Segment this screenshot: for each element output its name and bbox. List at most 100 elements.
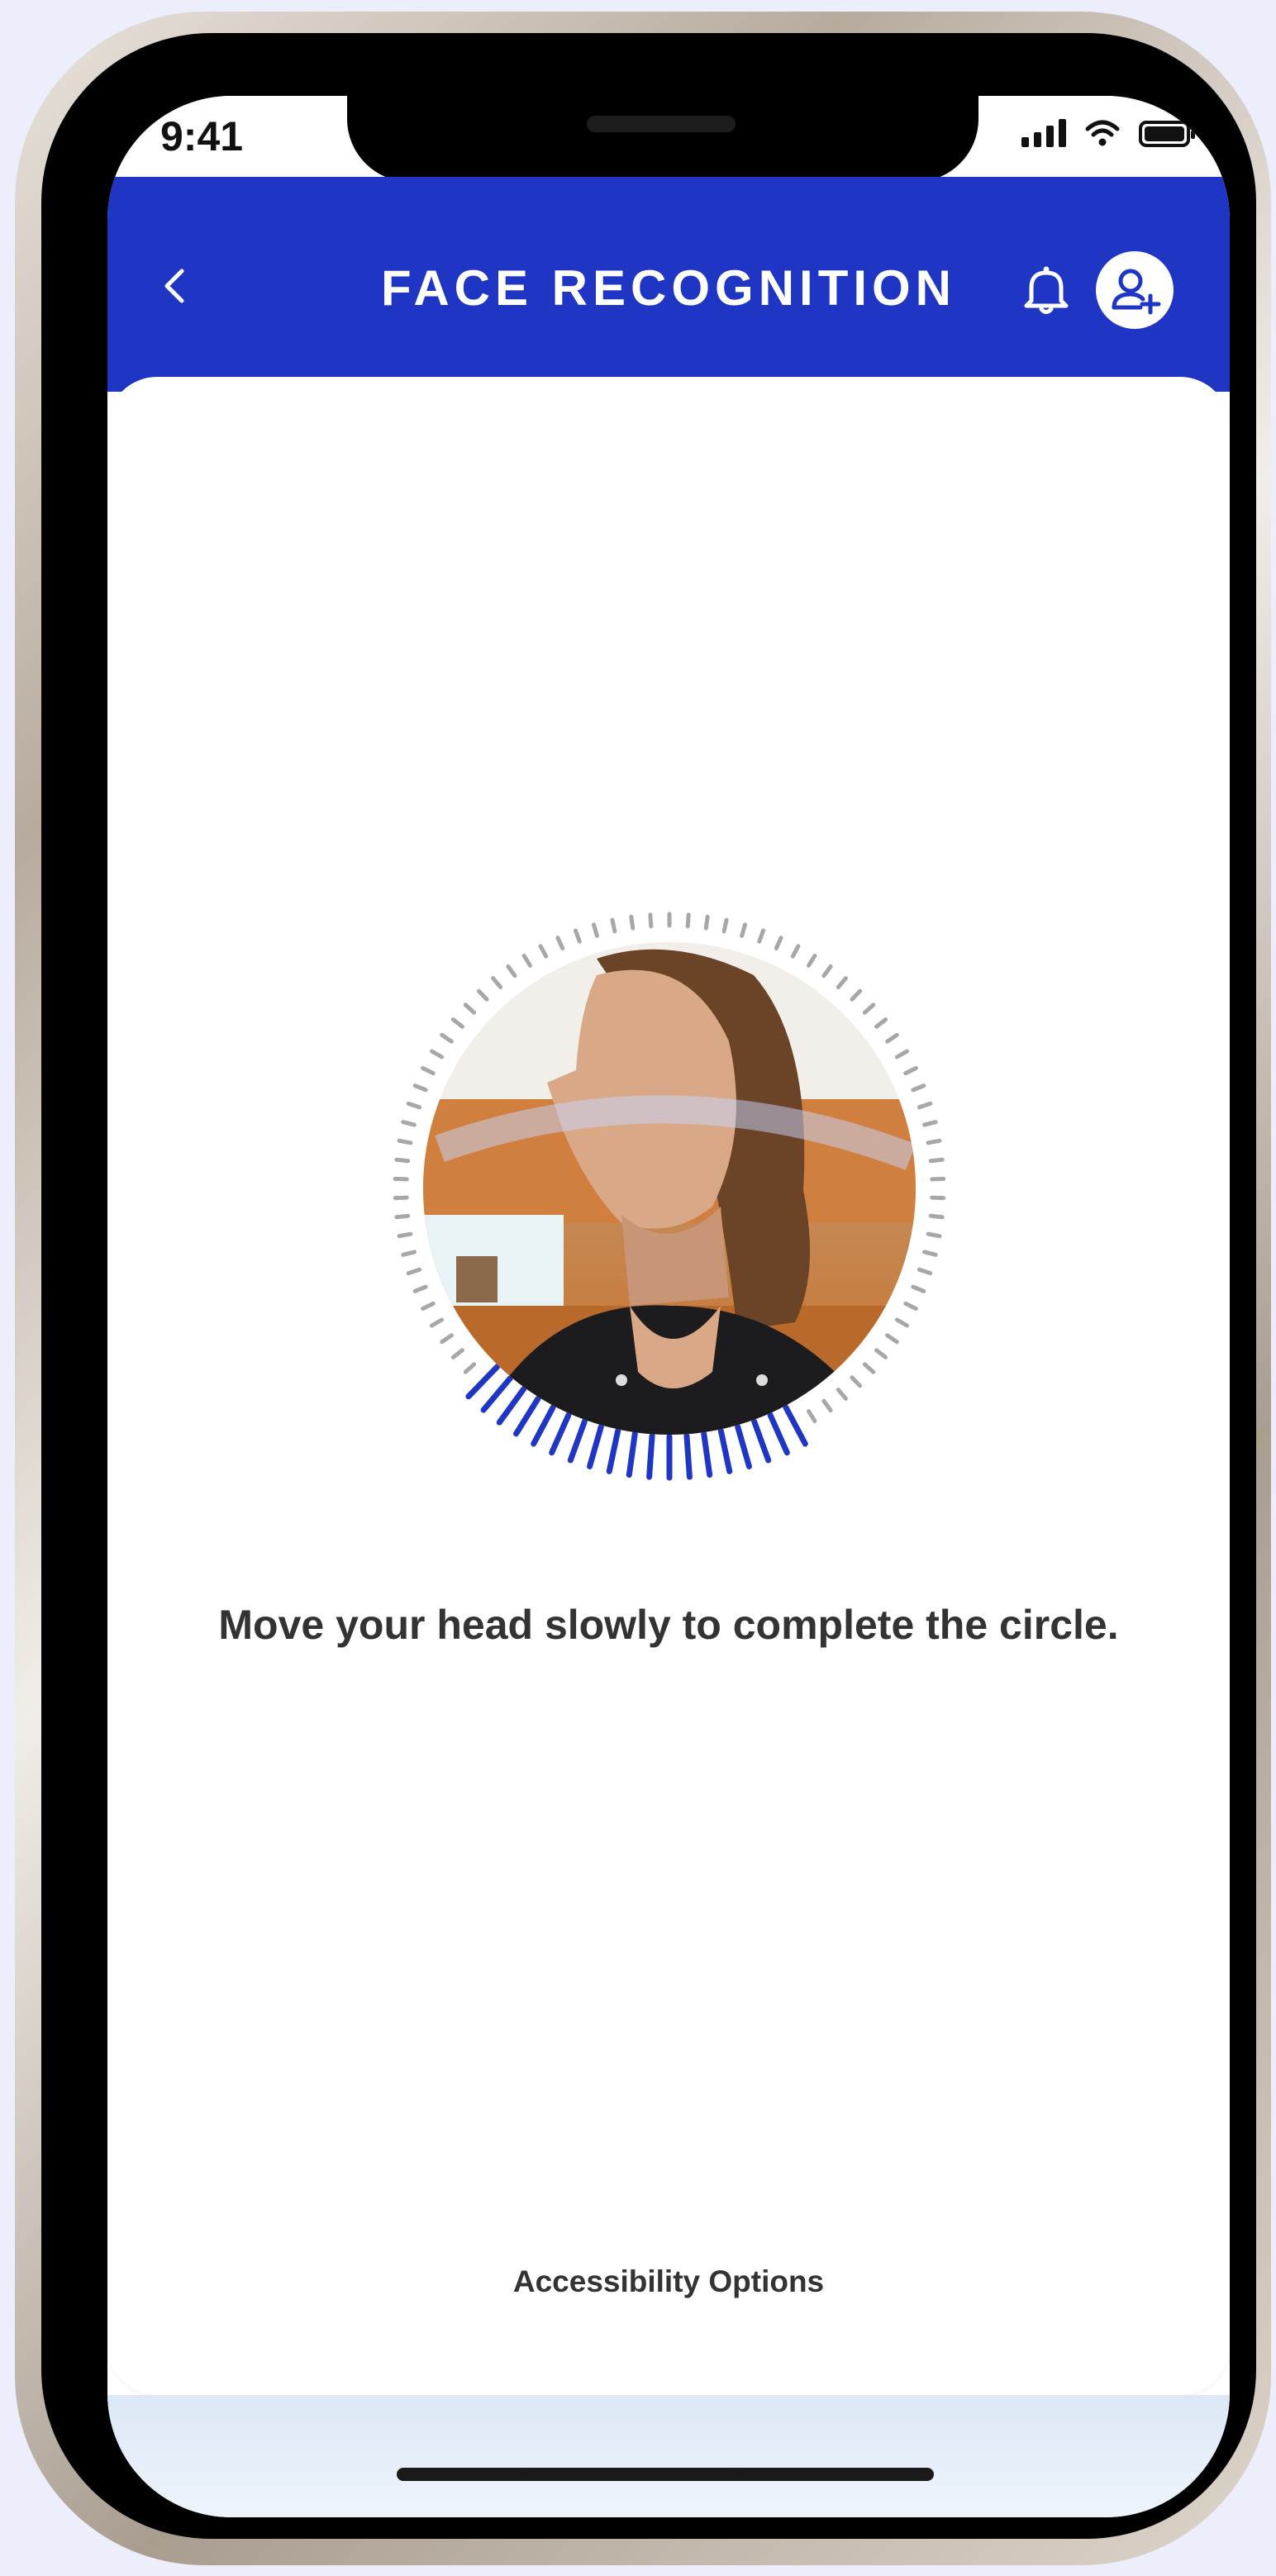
progress-tick-active bbox=[465, 1364, 501, 1400]
progress-tick bbox=[807, 953, 817, 968]
progress-tick bbox=[450, 1348, 464, 1359]
progress-tick bbox=[421, 1301, 436, 1312]
progress-tick bbox=[412, 1284, 428, 1293]
progress-tick-active bbox=[626, 1431, 638, 1478]
progress-tick-active bbox=[480, 1375, 513, 1413]
progress-tick bbox=[911, 1284, 926, 1293]
progress-tick-active bbox=[567, 1418, 588, 1464]
progress-tick bbox=[463, 1002, 477, 1015]
bell-icon[interactable] bbox=[1023, 263, 1069, 316]
home-indicator[interactable] bbox=[397, 2468, 934, 2481]
bottom-bar bbox=[107, 2395, 1230, 2517]
progress-tick-active bbox=[783, 1404, 808, 1447]
progress-tick-active bbox=[513, 1395, 541, 1437]
progress-tick bbox=[836, 976, 848, 989]
progress-tick bbox=[821, 964, 833, 978]
progress-tick bbox=[874, 1348, 888, 1359]
progress-tick bbox=[421, 1065, 436, 1076]
progress-tick bbox=[648, 912, 654, 929]
progress-tick-active bbox=[496, 1386, 527, 1426]
progress-tick bbox=[922, 1120, 938, 1127]
progress-tick bbox=[491, 976, 503, 989]
progress-tick bbox=[629, 914, 636, 931]
camera-preview bbox=[423, 942, 916, 1435]
progress-tick bbox=[862, 1362, 876, 1374]
progress-tick bbox=[440, 1333, 454, 1345]
progress-tick bbox=[394, 1157, 411, 1164]
progress-tick bbox=[397, 1138, 413, 1145]
progress-tick bbox=[394, 1213, 411, 1220]
progress-tick bbox=[757, 928, 766, 944]
status-icons bbox=[1021, 119, 1195, 147]
progress-tick-active bbox=[606, 1427, 621, 1474]
progress-tick bbox=[774, 936, 783, 950]
status-time: 9:41 bbox=[160, 113, 244, 160]
progress-tick bbox=[911, 1083, 926, 1093]
add-profile-button[interactable] bbox=[1096, 251, 1174, 329]
progress-tick bbox=[807, 1409, 817, 1424]
progress-tick bbox=[903, 1301, 918, 1312]
progress-tick bbox=[926, 1231, 942, 1239]
progress-tick bbox=[429, 1049, 445, 1059]
progress-tick bbox=[903, 1065, 918, 1076]
phone-screen: 9:41 FACE RECOGNITION Move your head slo… bbox=[107, 96, 1230, 2517]
progress-tick bbox=[928, 1213, 945, 1220]
progress-tick bbox=[440, 1032, 454, 1044]
progress-tick bbox=[450, 1017, 464, 1029]
wifi-icon bbox=[1085, 120, 1120, 146]
progress-tick bbox=[836, 1388, 848, 1401]
progress-tick bbox=[874, 1017, 888, 1029]
progress-tick bbox=[885, 1032, 899, 1044]
instruction-text: Move your head slowly to complete the ci… bbox=[218, 1602, 1119, 1648]
progress-tick bbox=[922, 1250, 938, 1257]
speaker-grille bbox=[587, 116, 736, 132]
progress-tick-active bbox=[751, 1418, 772, 1464]
progress-tick bbox=[429, 1317, 445, 1328]
progress-tick bbox=[463, 1362, 477, 1374]
progress-tick bbox=[506, 964, 517, 978]
add-user-icon bbox=[1112, 269, 1161, 315]
progress-tick bbox=[885, 1333, 899, 1345]
progress-tick bbox=[894, 1317, 910, 1328]
progress-tick bbox=[401, 1250, 417, 1257]
progress-tick bbox=[573, 928, 582, 944]
progress-tick bbox=[850, 1375, 863, 1388]
progress-tick bbox=[862, 1002, 876, 1015]
camera-notch bbox=[347, 96, 978, 182]
progress-tick bbox=[850, 988, 863, 1002]
progress-tick bbox=[401, 1120, 417, 1127]
app-header: FACE RECOGNITION bbox=[107, 177, 1230, 392]
progress-tick bbox=[521, 953, 532, 968]
battery-icon bbox=[1139, 121, 1195, 147]
progress-tick bbox=[397, 1231, 413, 1239]
progress-tick bbox=[703, 914, 710, 931]
progress-tick bbox=[591, 922, 599, 938]
progress-tick bbox=[721, 917, 729, 934]
progress-tick bbox=[790, 944, 801, 959]
progress-tick bbox=[821, 1398, 833, 1413]
progress-tick-active bbox=[683, 1432, 693, 1480]
accessibility-options-link[interactable]: Accessibility Options bbox=[107, 2264, 1230, 2299]
progress-tick bbox=[610, 917, 617, 934]
progress-tick-active bbox=[701, 1431, 713, 1478]
face-image bbox=[423, 942, 916, 1435]
progress-tick bbox=[538, 944, 549, 959]
progress-tick-active bbox=[767, 1412, 790, 1456]
progress-tick bbox=[926, 1138, 942, 1145]
cellular-signal-icon bbox=[1021, 119, 1066, 147]
progress-tick bbox=[476, 988, 489, 1002]
progress-tick bbox=[740, 922, 748, 938]
progress-tick bbox=[894, 1049, 910, 1059]
progress-tick bbox=[412, 1083, 428, 1093]
progress-tick bbox=[928, 1157, 945, 1164]
progress-tick-active bbox=[735, 1423, 752, 1469]
progress-tick-active bbox=[531, 1404, 556, 1447]
progress-tick-active bbox=[549, 1412, 572, 1456]
progress-tick-active bbox=[717, 1427, 733, 1474]
progress-tick bbox=[406, 1267, 422, 1276]
progress-tick bbox=[917, 1101, 933, 1110]
progress-tick-active bbox=[587, 1423, 604, 1469]
progress-tick bbox=[917, 1267, 933, 1276]
progress-tick-active bbox=[646, 1432, 655, 1480]
progress-tick bbox=[555, 936, 565, 950]
